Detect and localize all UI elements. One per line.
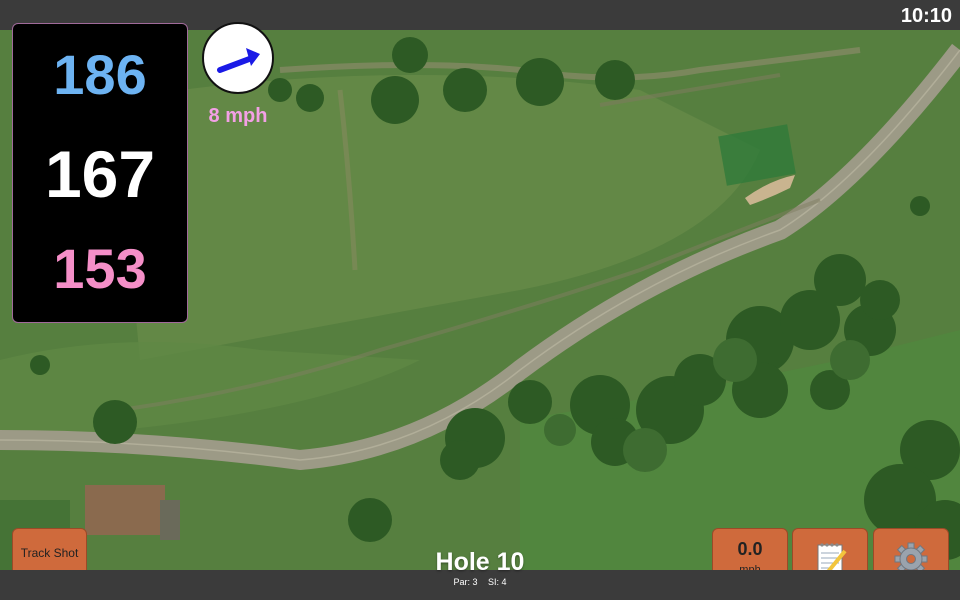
hole-stroke-index: SI: 4 [488,577,507,587]
hole-info: Par: 3 SI: 4 [420,577,540,587]
hole-par: Par: 3 [453,577,478,587]
speed-value: 0.0 [737,539,763,559]
back-yardage: 186 [53,43,147,106]
middle-yardage: 167 [44,137,156,211]
front-yardage: 153 [53,237,147,300]
hole-title: Hole 10 [435,548,525,576]
wind-indicator[interactable] [202,22,274,94]
yardage-panel: 186 167 153 [12,23,188,323]
status-clock: 10:10 [900,5,952,27]
wind-speed-label: 8 mph [208,105,268,127]
wind-arrow-icon [217,48,260,73]
